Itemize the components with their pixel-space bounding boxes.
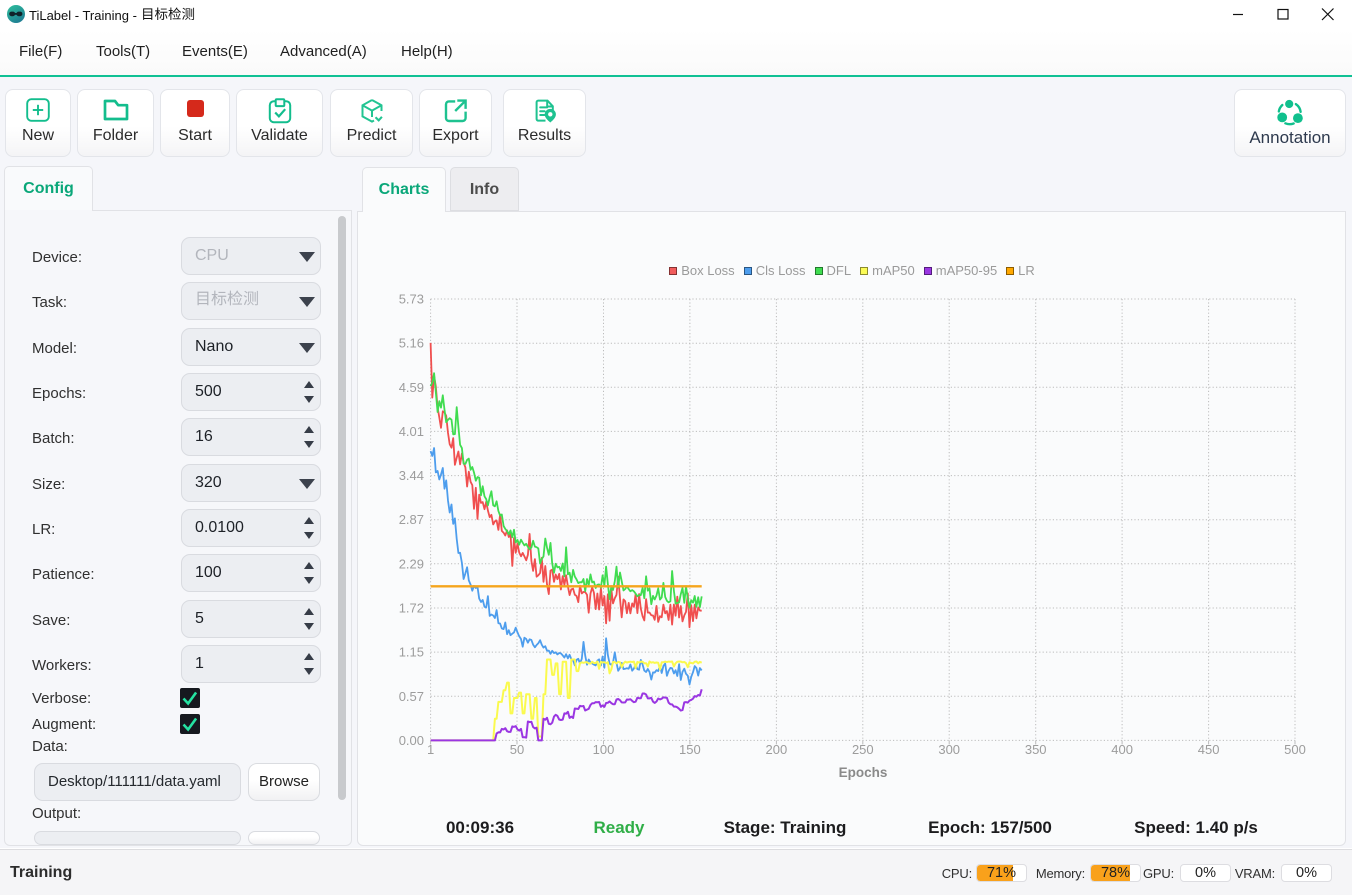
- svg-text:450: 450: [1198, 742, 1220, 757]
- svg-text:250: 250: [852, 742, 874, 757]
- svg-text:5.73: 5.73: [399, 292, 424, 307]
- svg-text:4.01: 4.01: [399, 424, 424, 439]
- svg-text:2.29: 2.29: [399, 556, 424, 571]
- svg-text:4.59: 4.59: [399, 380, 424, 395]
- svg-text:0.00: 0.00: [399, 733, 424, 748]
- svg-text:1.15: 1.15: [399, 645, 424, 660]
- svg-text:100: 100: [593, 742, 615, 757]
- svg-text:50: 50: [510, 742, 524, 757]
- svg-text:3.44: 3.44: [399, 468, 424, 483]
- svg-text:0.57: 0.57: [399, 689, 424, 704]
- svg-text:Epochs: Epochs: [839, 765, 888, 780]
- svg-text:150: 150: [679, 742, 701, 757]
- svg-text:200: 200: [766, 742, 788, 757]
- svg-text:5.16: 5.16: [399, 336, 424, 351]
- svg-text:400: 400: [1111, 742, 1133, 757]
- svg-text:1: 1: [427, 742, 434, 757]
- svg-text:300: 300: [938, 742, 960, 757]
- svg-text:1.72: 1.72: [399, 601, 424, 616]
- svg-text:350: 350: [1025, 742, 1047, 757]
- svg-text:500: 500: [1284, 742, 1306, 757]
- svg-text:2.87: 2.87: [399, 512, 424, 527]
